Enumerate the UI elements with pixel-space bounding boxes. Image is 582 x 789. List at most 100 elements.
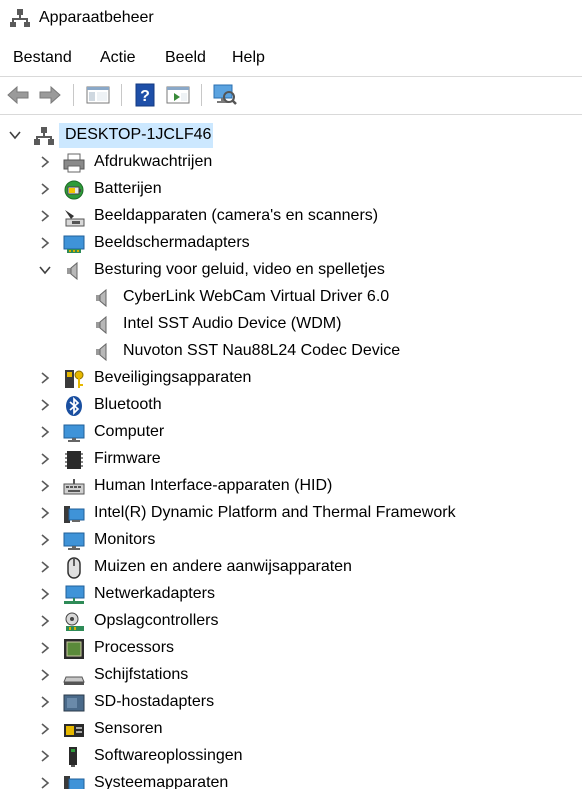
chevron-right-icon[interactable] [38, 749, 52, 763]
tree-item-muizen[interactable]: Muizen en andere aanwijsapparaten [0, 554, 582, 581]
chevron-right-icon[interactable] [38, 641, 52, 655]
tree-item-opslagcontrollers[interactable]: Opslagcontrollers [0, 608, 582, 635]
scan-hardware-icon[interactable] [213, 83, 237, 107]
toolbar-separator [73, 84, 74, 106]
chevron-right-icon[interactable] [38, 668, 52, 682]
tree-child-nuvoton[interactable]: Nuvoton SST Nau88L24 Codec Device [0, 338, 582, 365]
chevron-right-icon[interactable] [38, 371, 52, 385]
tree-item-label: Batterijen [94, 180, 162, 197]
chevron-down-icon[interactable] [8, 128, 22, 142]
chevron-right-icon[interactable] [38, 398, 52, 412]
tree-item-netwerkadapters[interactable]: Netwerkadapters [0, 581, 582, 608]
monitor-icon [63, 532, 85, 550]
chevron-right-icon[interactable] [38, 776, 52, 789]
tree-item-label: Processors [94, 639, 175, 656]
chevron-down-icon[interactable] [38, 263, 52, 277]
toolbar-separator [201, 84, 202, 106]
chevron-right-icon[interactable] [38, 614, 52, 628]
tree-item-label: Muizen en andere aanwijsapparaten [94, 558, 352, 575]
chevron-right-icon[interactable] [38, 155, 52, 169]
menu-bestand[interactable]: Bestand [13, 49, 72, 67]
device-tree[interactable]: DESKTOP-1JCLF46 Afdrukwachtrijen Batteri… [0, 120, 582, 789]
storage-controller-icon [65, 612, 84, 631]
tree-item-label: Firmware [94, 450, 161, 467]
tree-item-batterijen[interactable]: Batterijen [0, 176, 582, 203]
window-title: Apparaatbeheer [39, 9, 154, 26]
speaker-icon [96, 288, 107, 308]
chevron-right-icon[interactable] [38, 479, 52, 493]
tree-item-computer[interactable]: Computer [0, 419, 582, 446]
menu-help[interactable]: Help [232, 49, 265, 67]
sd-host-icon [63, 694, 85, 712]
display-adapter-icon [63, 235, 85, 253]
tree-item-label: Bluetooth [94, 396, 162, 413]
help-icon[interactable]: ? [133, 83, 157, 107]
chevron-right-icon[interactable] [38, 560, 52, 574]
chevron-right-icon[interactable] [38, 236, 52, 250]
tree-item-label: Sensoren [94, 720, 163, 737]
tree-child-intel-sst[interactable]: Intel SST Audio Device (WDM) [0, 311, 582, 338]
printer-icon [63, 153, 85, 173]
toolbar-divider [0, 114, 582, 115]
tree-item-label: Netwerkadapters [94, 585, 215, 602]
tree-item-beeldschermadapters[interactable]: Beeldschermadapters [0, 230, 582, 257]
tree-item-label: Computer [94, 423, 165, 440]
tree-item-systeemapparaten[interactable]: Systeemapparaten [0, 770, 582, 789]
toolbar-separator [121, 84, 122, 106]
chevron-right-icon[interactable] [38, 425, 52, 439]
processor-icon [64, 639, 84, 659]
tree-item-beeldapparaten[interactable]: Beeldapparaten (camera's en scanners) [0, 203, 582, 230]
camera-icon [65, 210, 85, 227]
forward-arrow-icon[interactable] [38, 83, 62, 107]
tree-item-label: Human Interface-apparaten (HID) [94, 477, 333, 494]
tree-item-beveiligingsapparaten[interactable]: Beveiligingsapparaten [0, 365, 582, 392]
menu-actie[interactable]: Actie [100, 49, 136, 67]
chevron-right-icon[interactable] [38, 695, 52, 709]
disk-drive-icon [63, 676, 85, 685]
tree-item-processors[interactable]: Processors [0, 635, 582, 662]
console-tree-icon[interactable] [86, 83, 110, 107]
chevron-right-icon[interactable] [38, 533, 52, 547]
tree-item-schijfstations[interactable]: Schijfstations [0, 662, 582, 689]
tree-item-intel-dptf[interactable]: Intel(R) Dynamic Platform and Thermal Fr… [0, 500, 582, 527]
title-bar: Apparaatbeheer [0, 0, 582, 40]
chevron-right-icon[interactable] [38, 452, 52, 466]
tree-item-sd-hostadapters[interactable]: SD-hostadapters [0, 689, 582, 716]
toolbar: ? [0, 78, 582, 112]
tree-item-monitors[interactable]: Monitors [0, 527, 582, 554]
speaker-icon [96, 342, 107, 362]
tree-child-cyberlink[interactable]: CyberLink WebCam Virtual Driver 6.0 [0, 284, 582, 311]
tree-item-bluetooth[interactable]: Bluetooth [0, 392, 582, 419]
tree-item-label: Schijfstations [94, 666, 189, 683]
tree-root[interactable]: DESKTOP-1JCLF46 [0, 122, 582, 149]
tree-item-softwareoplossingen[interactable]: Softwareoplossingen [0, 743, 582, 770]
chevron-right-icon[interactable] [38, 182, 52, 196]
tree-item-besturing-geluid[interactable]: Besturing voor geluid, video en spelletj… [0, 257, 582, 284]
computer-tree-icon [34, 127, 54, 145]
tree-child-label: Nuvoton SST Nau88L24 Codec Device [123, 342, 401, 359]
chevron-right-icon[interactable] [38, 506, 52, 520]
tree-item-label: Beeldapparaten (camera's en scanners) [94, 207, 379, 224]
back-arrow-icon[interactable] [6, 83, 30, 107]
tree-item-sensoren[interactable]: Sensoren [0, 716, 582, 743]
tree-item-label: Beeldschermadapters [94, 234, 250, 251]
bluetooth-icon [66, 396, 82, 416]
network-icon [64, 585, 85, 604]
tree-item-firmware[interactable]: Firmware [0, 446, 582, 473]
chevron-right-icon[interactable] [38, 587, 52, 601]
chevron-right-icon[interactable] [38, 722, 52, 736]
menu-beeld[interactable]: Beeld [165, 49, 206, 67]
tree-item-label: Intel(R) Dynamic Platform and Thermal Fr… [94, 504, 456, 521]
speaker-icon [67, 261, 78, 281]
tree-item-label: Besturing voor geluid, video en spelletj… [94, 261, 385, 278]
menu-divider [0, 76, 582, 77]
tree-child-label: Intel SST Audio Device (WDM) [123, 315, 342, 332]
tree-item-hid[interactable]: Human Interface-apparaten (HID) [0, 473, 582, 500]
tree-item-afdrukwachtrijen[interactable]: Afdrukwachtrijen [0, 149, 582, 176]
chevron-right-icon[interactable] [38, 209, 52, 223]
battery-icon [64, 180, 84, 200]
tree-item-label: Softwareoplossingen [94, 747, 243, 764]
svg-text:?: ? [140, 88, 150, 105]
system-device-icon [64, 776, 85, 789]
properties-icon[interactable] [166, 83, 190, 107]
